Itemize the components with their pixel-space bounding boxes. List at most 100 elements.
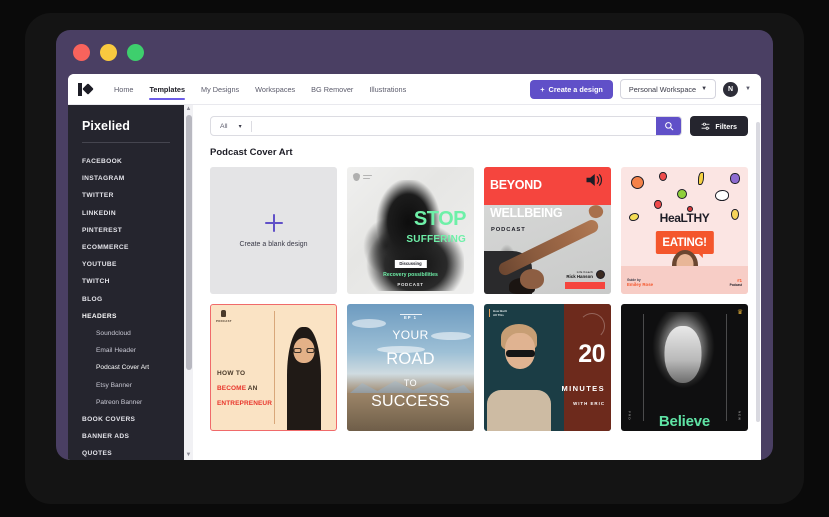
right-rule xyxy=(725,314,727,421)
sidebar-item-instagram[interactable]: INSTAGRAM xyxy=(68,170,184,187)
sidebar-item-patreon-banner[interactable]: Patreon Banner xyxy=(68,394,184,411)
pixelied-logo-icon[interactable] xyxy=(78,82,94,96)
portrait-image xyxy=(648,311,718,414)
card-side-left: PRO xyxy=(627,411,632,421)
podcast-badge-label: PODCAST xyxy=(216,318,232,323)
card-badge: How Built All This xyxy=(489,309,507,317)
sidebar-item-banner-ads[interactable]: BANNER ADS xyxy=(68,428,184,445)
card-title-line1: YOUR xyxy=(392,328,429,343)
search-button[interactable] xyxy=(656,117,682,135)
card-believe[interactable]: ♛ PRO NEW Believe xyxy=(621,304,748,431)
nav-link-bg-remover[interactable]: BG Remover xyxy=(303,74,361,105)
card-subtitle: Recovery possibilities xyxy=(383,272,438,278)
logo-line xyxy=(362,177,370,179)
sunglasses-icon xyxy=(505,350,535,358)
avatar-chevron-down-icon[interactable]: ▼ xyxy=(745,86,751,92)
sidebar-item-linkedin[interactable]: LINKEDIN xyxy=(68,205,184,222)
minimize-button[interactable] xyxy=(100,43,117,61)
scroll-up-icon[interactable]: ▲ xyxy=(186,105,192,114)
nav-link-illustrations[interactable]: Illustrations xyxy=(361,74,414,105)
search-category-select[interactable]: All ▾ xyxy=(211,123,251,130)
card-your-road-to-success[interactable]: EP 1 YOUR ROAD TO SUCCESS xyxy=(347,304,474,431)
card-title-line1: STOP xyxy=(413,208,467,231)
nav-link-workspaces[interactable]: Workspaces xyxy=(247,74,303,105)
card-title-line2: EATING! xyxy=(662,236,707,249)
filters-button[interactable]: Filters xyxy=(690,116,748,136)
logo-line xyxy=(362,175,372,177)
browser-window: Home Templates My Designs Workspaces BG … xyxy=(56,30,773,460)
card-healthy-eating[interactable]: HeaLTHY EATING! Guide by Emiley Rose #1 … xyxy=(621,167,748,294)
card-create-blank-design[interactable]: Create a blank design xyxy=(210,167,337,294)
card-tag: Discussing xyxy=(394,259,427,268)
microphone-icon xyxy=(221,310,227,317)
card-blank-label: Create a blank design xyxy=(239,240,308,248)
fruit-egg-icon xyxy=(714,189,729,201)
card-title-line3: ENTREPRENEUR xyxy=(217,400,273,407)
card-title: Believe xyxy=(658,413,711,430)
sidebar-item-soundcloud[interactable]: Soundcloud xyxy=(68,325,184,342)
nav-link-templates[interactable]: Templates xyxy=(141,74,193,105)
sidebar-item-youtube[interactable]: YOUTUBE xyxy=(68,256,184,273)
card-side-right: NEW xyxy=(737,411,742,421)
main-scrollbar-thumb[interactable] xyxy=(755,122,760,422)
card-stop-suffering[interactable]: STOP SUFFERING Discussing Recovery possi… xyxy=(347,167,474,294)
card-title-line2: ROAD xyxy=(386,349,435,368)
search-input[interactable] xyxy=(251,122,657,130)
arc-decoration xyxy=(579,313,605,339)
card-title-line1: HeaLTHY xyxy=(659,211,710,226)
fruit-apple-icon xyxy=(676,188,687,199)
sidebar-item-twitch[interactable]: TWITCH xyxy=(68,273,184,290)
sidebar-divider xyxy=(82,142,170,143)
card-20-minutes-with-eric[interactable]: How Built All This 20 MINUTES WITH ERIC xyxy=(484,304,611,431)
sidebar-item-etsy-banner[interactable]: Etsy Banner xyxy=(68,376,184,393)
podcast-badge: PODCAST xyxy=(216,310,232,323)
sidebar-brand: Pixelied xyxy=(82,119,131,133)
sidebar-item-facebook[interactable]: FACEBOOK xyxy=(68,153,184,170)
card-title-line2-strong: BECOME xyxy=(217,385,247,392)
filters-label: Filters xyxy=(715,121,737,131)
logo-bar xyxy=(78,82,82,96)
page-title: Podcast Cover Art xyxy=(210,147,293,158)
card-title-line2-rest: AN xyxy=(246,385,258,392)
fruit-grape-icon xyxy=(730,173,741,185)
sidebar: Pixelied FACEBOOK INSTAGRAM TWITTER LINK… xyxy=(68,105,184,460)
red-accent-bar xyxy=(565,282,605,289)
card-title-line1: HOW TO xyxy=(217,370,246,377)
sidebar-item-email-header[interactable]: Email Header xyxy=(68,342,184,359)
maximize-button[interactable] xyxy=(127,43,144,61)
card-beyond-wellbeing[interactable]: BEYOND WELLBEING PODCAST Life Coach Rick… xyxy=(484,167,611,294)
sidebar-item-book-covers[interactable]: BOOK COVERS xyxy=(68,411,184,428)
host-name: Rick Hanson xyxy=(566,274,593,279)
card-title-line2: WELLBEING xyxy=(490,206,563,221)
app-body: Pixelied FACEBOOK INSTAGRAM TWITTER LINK… xyxy=(68,105,761,460)
sidebar-item-quotes[interactable]: QUOTES xyxy=(68,445,184,460)
left-rule xyxy=(642,314,644,421)
sidebar-item-ecommerce[interactable]: ECOMMERCE xyxy=(68,239,184,256)
sidebar-item-podcast-cover-art[interactable]: Podcast Cover Art xyxy=(68,359,184,376)
sidebar-item-headers[interactable]: HEADERS xyxy=(68,308,184,325)
portrait-image xyxy=(484,322,570,431)
workspace-selector[interactable]: Personal Workspace ▼ xyxy=(619,79,717,99)
face-shape xyxy=(664,325,702,383)
create-button-label: Create a design xyxy=(548,84,603,94)
app-window: Home Templates My Designs Workspaces BG … xyxy=(68,74,761,460)
sidebar-item-twitter[interactable]: TWITTER xyxy=(68,187,184,204)
close-button[interactable] xyxy=(73,43,90,61)
avatar[interactable]: N xyxy=(723,81,739,97)
sidebar-scrollbar-thumb[interactable] xyxy=(185,115,192,370)
sidebar-scrollbar[interactable]: ▲ ▼ xyxy=(184,105,193,460)
badge-line2: All This xyxy=(493,313,504,317)
scroll-down-icon[interactable]: ▼ xyxy=(186,451,192,460)
sidebar-item-pinterest[interactable]: PINTEREST xyxy=(68,222,184,239)
nav-link-my-designs[interactable]: My Designs xyxy=(193,74,247,105)
search-category-label: All xyxy=(220,122,228,130)
top-navigation: Home Templates My Designs Workspaces BG … xyxy=(68,74,761,105)
sidebar-item-blog[interactable]: BLOG xyxy=(68,291,184,308)
nav-link-home[interactable]: Home xyxy=(106,74,141,105)
card-host: WITH ERIC xyxy=(573,400,605,406)
card-how-to-become-an-entrepreneur[interactable]: PODCAST HOW TO BECOME AN ENTREPRENEUR xyxy=(210,304,337,431)
templates-scroll-area[interactable]: Create a blank design STOP SUFFERING Dis… xyxy=(193,167,761,460)
shield-shape xyxy=(353,173,360,181)
create-a-design-button[interactable]: + Create a design xyxy=(530,79,613,99)
host-names: Life Coach Rick Hanson xyxy=(566,270,593,279)
